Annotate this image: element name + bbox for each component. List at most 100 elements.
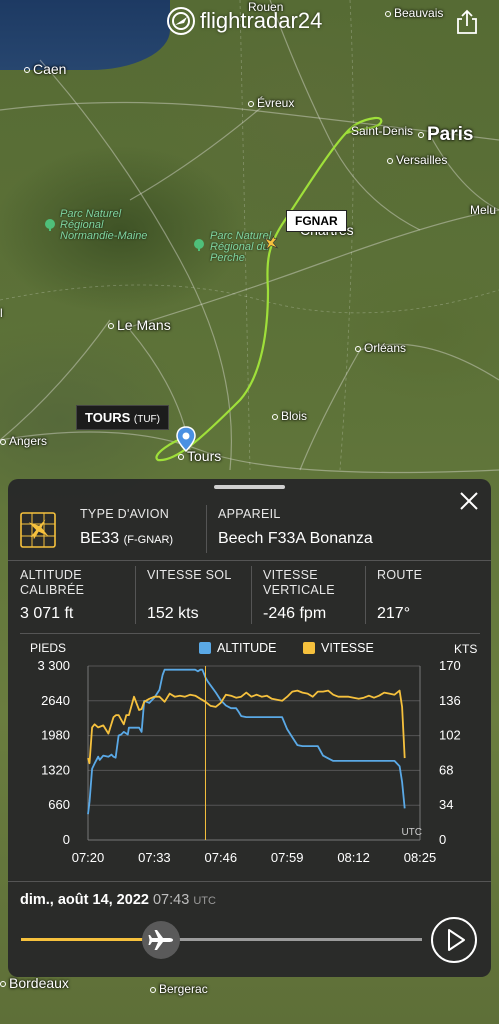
- aircraft-type-icon: [20, 512, 56, 548]
- x-tick-label: 07:33: [138, 850, 171, 865]
- place-paris: Paris: [418, 124, 473, 146]
- legend-swatch-0: [199, 642, 211, 654]
- tree-icon: [194, 239, 204, 251]
- stat-ground-speed-label: VITESSE SOL: [147, 568, 232, 582]
- stat-vertical-speed-label-2: VERTICALE: [263, 583, 335, 597]
- chart-svg: PIEDS KTS ALTITUDE VITESSE 0 660 1320 1980 2640 3…: [30, 641, 477, 865]
- divider: [8, 881, 491, 882]
- aircraft-marker-icon[interactable]: [262, 234, 280, 252]
- aircraft-type-block: TYPE D'AVION BE33 (F-GNAR): [80, 507, 173, 548]
- place-angers: Angers: [0, 434, 47, 448]
- y-left-tick-label: 0: [63, 832, 70, 847]
- place-bergerac-label: Bergerac: [159, 982, 208, 996]
- x-tick-label: 08:12: [337, 850, 370, 865]
- place-bordeaux: Bordeaux: [0, 975, 69, 991]
- y-left-tick-label: 1980: [41, 728, 70, 743]
- airport-code: (TUF): [133, 414, 160, 425]
- aircraft-model-block: APPAREIL Beech F33A Bonanza: [218, 507, 373, 548]
- divider: [135, 566, 136, 624]
- airport-tag[interactable]: TOURS (TUF): [76, 405, 169, 430]
- timezone-label: UTC: [401, 827, 422, 838]
- aircraft-model-label: APPAREIL: [218, 507, 281, 521]
- panel-drag-handle[interactable]: [214, 485, 285, 489]
- y-right-axis-label: KTS: [454, 642, 477, 656]
- place-beauvais-label: Beauvais: [394, 6, 444, 20]
- share-icon: [457, 9, 477, 34]
- playback-time: 07:43: [152, 892, 190, 908]
- share-button[interactable]: [453, 8, 481, 36]
- playback-timezone: UTC: [193, 895, 216, 907]
- y-right-tick-label: 136: [439, 693, 461, 708]
- place-beauvais: Beauvais: [385, 6, 443, 20]
- place-le-mans-label: Le Mans: [117, 317, 171, 333]
- stat-altitude-label-2: CALIBRÉE: [20, 583, 85, 597]
- aircraft-type-value: BE33 (F-GNAR): [80, 530, 173, 548]
- stat-vertical-speed: VITESSE VERTICALE -246 fpm: [263, 568, 335, 622]
- place-rouen: Rouen: [248, 0, 284, 14]
- place-versailles: Versailles: [387, 153, 447, 167]
- series-line-altitude: [87, 668, 406, 815]
- stat-track: ROUTE 217°: [377, 568, 423, 622]
- y-left-tick-label: 660: [48, 797, 70, 812]
- place-orleans: Orléans: [355, 341, 406, 355]
- aircraft-type-label: TYPE D'AVION: [80, 507, 170, 521]
- x-tick-label: 07:20: [72, 850, 105, 865]
- radar-logo-icon: [167, 7, 195, 35]
- playback-slider-thumb[interactable]: [142, 921, 181, 959]
- place-saint-denis: Saint-Denis: [351, 124, 414, 138]
- divider: [365, 566, 366, 624]
- stat-track-label: ROUTE: [377, 568, 423, 582]
- stat-altitude: ALTITUDE CALIBRÉE 3 071 ft: [20, 568, 85, 622]
- y-right-tick-label: 102: [439, 728, 461, 743]
- place-caen-label: Caen: [33, 61, 67, 77]
- stat-altitude-label-1: ALTITUDE: [20, 568, 82, 582]
- place-versailles-label: Versailles: [396, 153, 448, 167]
- airport-pin-icon[interactable]: [176, 426, 196, 452]
- play-button[interactable]: [431, 917, 477, 963]
- park-normandie-line3: Normandie-Maine: [60, 230, 148, 242]
- flight-callsign-tag[interactable]: FGNAR: [286, 210, 347, 232]
- y-left-axis-label: PIEDS: [30, 641, 66, 655]
- tree-icon: [45, 219, 55, 231]
- park-normandie-maine: Parc Naturel Régional Normandie-Maine: [60, 209, 147, 242]
- stat-ground-speed-value: 152 kts: [147, 605, 199, 622]
- stat-vertical-speed-label-1: VITESSE: [263, 568, 318, 582]
- close-button[interactable]: [459, 491, 479, 511]
- park-perche-line3: Perche: [210, 252, 245, 264]
- y-right-tick-label: 0: [439, 832, 446, 847]
- aircraft-type-code: BE33: [80, 530, 120, 547]
- x-tick-label: 08:25: [404, 850, 437, 865]
- place-edge-l: l: [0, 306, 3, 320]
- y-right-tick-label: 68: [439, 762, 453, 777]
- flightradar-logo: flightradar24: [166, 6, 322, 36]
- place-orleans-label: Orléans: [364, 341, 407, 355]
- legend-swatch-1: [303, 642, 315, 654]
- x-tick-label: 07:46: [205, 850, 238, 865]
- aircraft-model-value: Beech F33A Bonanza: [218, 530, 373, 547]
- airplane-icon: [148, 930, 174, 950]
- place-angers-label: Angers: [9, 434, 48, 448]
- place-bordeaux-label: Bordeaux: [9, 975, 69, 991]
- x-tick-label: 07:59: [271, 850, 304, 865]
- divider: [251, 566, 252, 624]
- altitude-speed-chart[interactable]: PIEDS KTS ALTITUDE VITESSE 0 660 1320 1980 2640 3…: [8, 634, 491, 874]
- place-le-mans: Le Mans: [108, 317, 171, 333]
- close-icon: [460, 492, 478, 510]
- stat-vertical-speed-value: -246 fpm: [263, 605, 327, 622]
- aircraft-registration: (F-GNAR): [123, 534, 174, 546]
- y-right-tick-label: 170: [439, 658, 461, 673]
- place-blois: Blois: [272, 409, 307, 423]
- legend-label-0: ALTITUDE: [217, 641, 277, 655]
- playback-slider[interactable]: [21, 938, 422, 941]
- divider: [206, 505, 207, 553]
- place-paris-label: Paris: [427, 124, 474, 145]
- y-left-tick-label: 2640: [41, 693, 70, 708]
- place-bergerac: Bergerac: [150, 982, 208, 996]
- stat-ground-speed: VITESSE SOL 152 kts: [147, 568, 232, 622]
- divider: [8, 560, 491, 561]
- legend-label-1: VITESSE: [321, 641, 374, 655]
- place-evreux-label: Évreux: [257, 96, 295, 110]
- playback-slider-fill: [21, 938, 162, 941]
- place-blois-label: Blois: [281, 409, 308, 423]
- playback-date: dim., août 14, 2022: [20, 892, 149, 908]
